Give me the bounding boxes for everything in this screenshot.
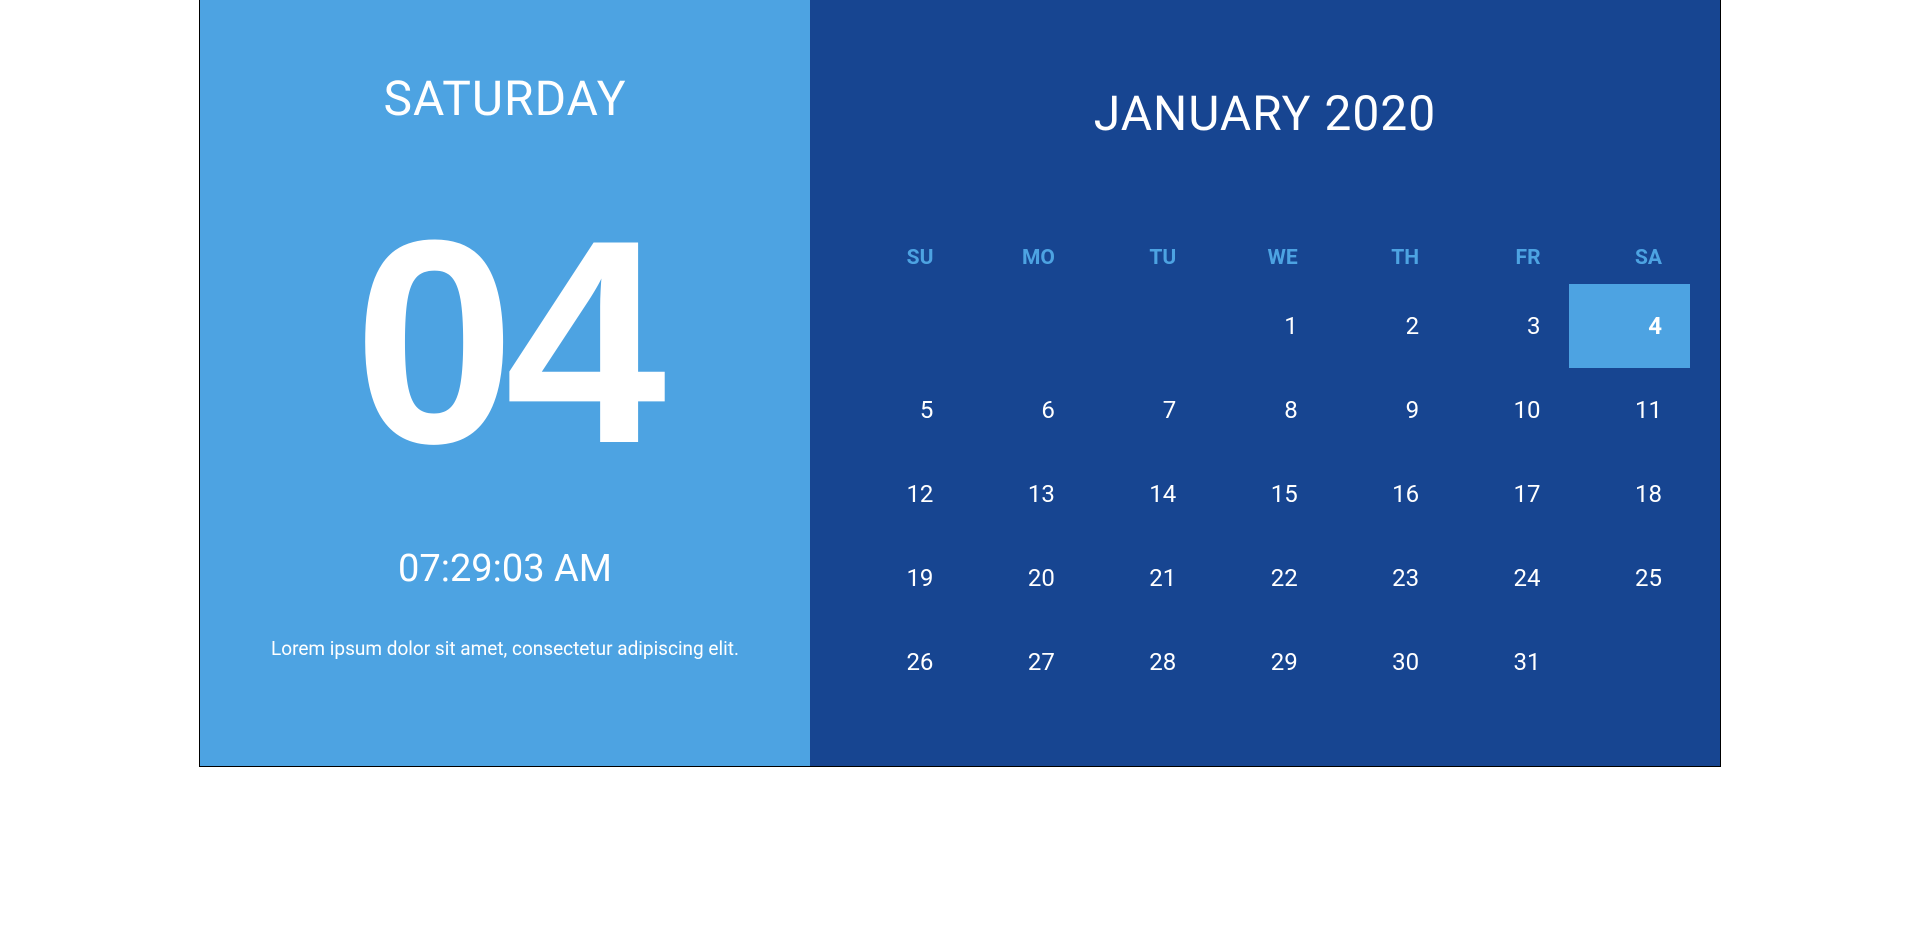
calendar-day[interactable]: 21	[1083, 536, 1204, 620]
calendar-day[interactable]: 18	[1569, 452, 1690, 536]
calendar-day[interactable]: 8	[1204, 368, 1325, 452]
weekday-header: TH	[1326, 232, 1447, 284]
calendar-day[interactable]: 5	[840, 368, 961, 452]
calendar-day[interactable]: 15	[1204, 452, 1325, 536]
calendar-widget: SATURDAY 04 07:29:03 AM Lorem ipsum dolo…	[200, 0, 1720, 766]
calendar-day[interactable]: 6	[961, 368, 1082, 452]
calendar-day[interactable]: 13	[961, 452, 1082, 536]
calendar-day[interactable]: 23	[1326, 536, 1447, 620]
calendar-day[interactable]: 3	[1447, 284, 1568, 368]
weekday-header: SU	[840, 232, 961, 284]
calendar-day[interactable]: 11	[1569, 368, 1690, 452]
calendar-day[interactable]: 14	[1083, 452, 1204, 536]
weekday-header: TU	[1083, 232, 1204, 284]
calendar-day[interactable]: 20	[961, 536, 1082, 620]
time-label: 07:29:03 AM	[398, 547, 612, 591]
calendar-day[interactable]: 25	[1569, 536, 1690, 620]
calendar-day[interactable]: 22	[1204, 536, 1325, 620]
calendar-day[interactable]: 2	[1326, 284, 1447, 368]
weekday-header: SA	[1569, 232, 1690, 284]
month-panel: JANUARY 2020 SUMOTUWETHFRSA 123456789101…	[810, 0, 1720, 766]
weekday-header: WE	[1204, 232, 1325, 284]
calendar-day[interactable]: 28	[1083, 620, 1204, 704]
calendar-day[interactable]: 26	[840, 620, 961, 704]
calendar-empty-cell	[1569, 620, 1690, 704]
calendar-day[interactable]: 10	[1447, 368, 1568, 452]
calendar-day[interactable]: 9	[1326, 368, 1447, 452]
weekday-label: SATURDAY	[383, 70, 626, 127]
calendar-day[interactable]: 7	[1083, 368, 1204, 452]
calendar-day[interactable]: 4	[1569, 284, 1690, 368]
calendar-day[interactable]: 1	[1204, 284, 1325, 368]
calendar-empty-cell	[840, 284, 961, 368]
today-panel: SATURDAY 04 07:29:03 AM Lorem ipsum dolo…	[200, 0, 810, 766]
weekday-header: FR	[1447, 232, 1568, 284]
calendar-day[interactable]: 19	[840, 536, 961, 620]
calendar-day[interactable]: 29	[1204, 620, 1325, 704]
calendar-day[interactable]: 30	[1326, 620, 1447, 704]
calendar-empty-cell	[1083, 284, 1204, 368]
calendar-day[interactable]: 24	[1447, 536, 1568, 620]
calendar-day[interactable]: 16	[1326, 452, 1447, 536]
description: Lorem ipsum dolor sit amet, consectetur …	[271, 636, 739, 663]
calendar-day[interactable]: 27	[961, 620, 1082, 704]
calendar-grid: SUMOTUWETHFRSA 1234567891011121314151617…	[840, 232, 1690, 704]
calendar-day[interactable]: 17	[1447, 452, 1568, 536]
calendar-day[interactable]: 31	[1447, 620, 1568, 704]
month-year-label: JANUARY 2020	[840, 85, 1690, 142]
day-number: 04	[354, 197, 657, 487]
calendar-day[interactable]: 12	[840, 452, 961, 536]
weekday-header: MO	[961, 232, 1082, 284]
calendar-empty-cell	[961, 284, 1082, 368]
